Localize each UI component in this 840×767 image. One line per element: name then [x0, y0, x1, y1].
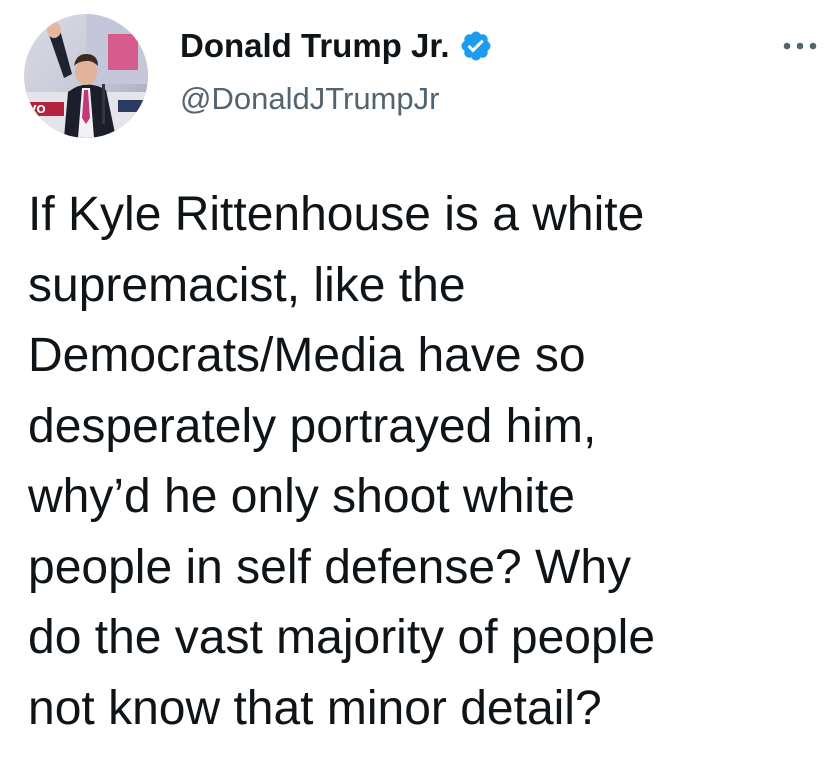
tweet-text-line: Democrats/Media have so — [28, 329, 586, 382]
author-handle[interactable]: @DonaldJTrumpJr — [180, 80, 439, 118]
tweet-text-line: supremacist, like the — [28, 258, 466, 312]
tweet-card: VO Donald Trump Jr. @DonaldJTrumpJr If K… — [0, 0, 840, 767]
ellipsis-icon — [783, 42, 817, 50]
tweet-text-line: why’d he only shoot white — [28, 470, 575, 523]
tweet-text-line: desperately portrayed him, — [28, 399, 597, 453]
tweet-text-line: not know that minor detail? — [28, 681, 602, 735]
verified-badge-icon — [459, 29, 493, 63]
avatar-photo-icon: VO — [24, 14, 148, 138]
tweet-text-line: do the vast majority of people — [28, 611, 656, 664]
tweet-text-line: If Kyle Rittenhouse is a white — [28, 188, 645, 241]
author-display-name[interactable]: Donald Trump Jr. — [180, 26, 450, 66]
more-options-button[interactable] — [778, 28, 822, 64]
author-avatar[interactable]: VO — [24, 14, 148, 138]
tweet-text-line: people in self defense? Why — [28, 540, 632, 594]
author-name-row[interactable]: Donald Trump Jr. — [180, 26, 493, 66]
svg-text:VO: VO — [28, 103, 46, 116]
tweet-body-text: If Kyle Rittenhouse is a white supremaci… — [28, 180, 828, 744]
